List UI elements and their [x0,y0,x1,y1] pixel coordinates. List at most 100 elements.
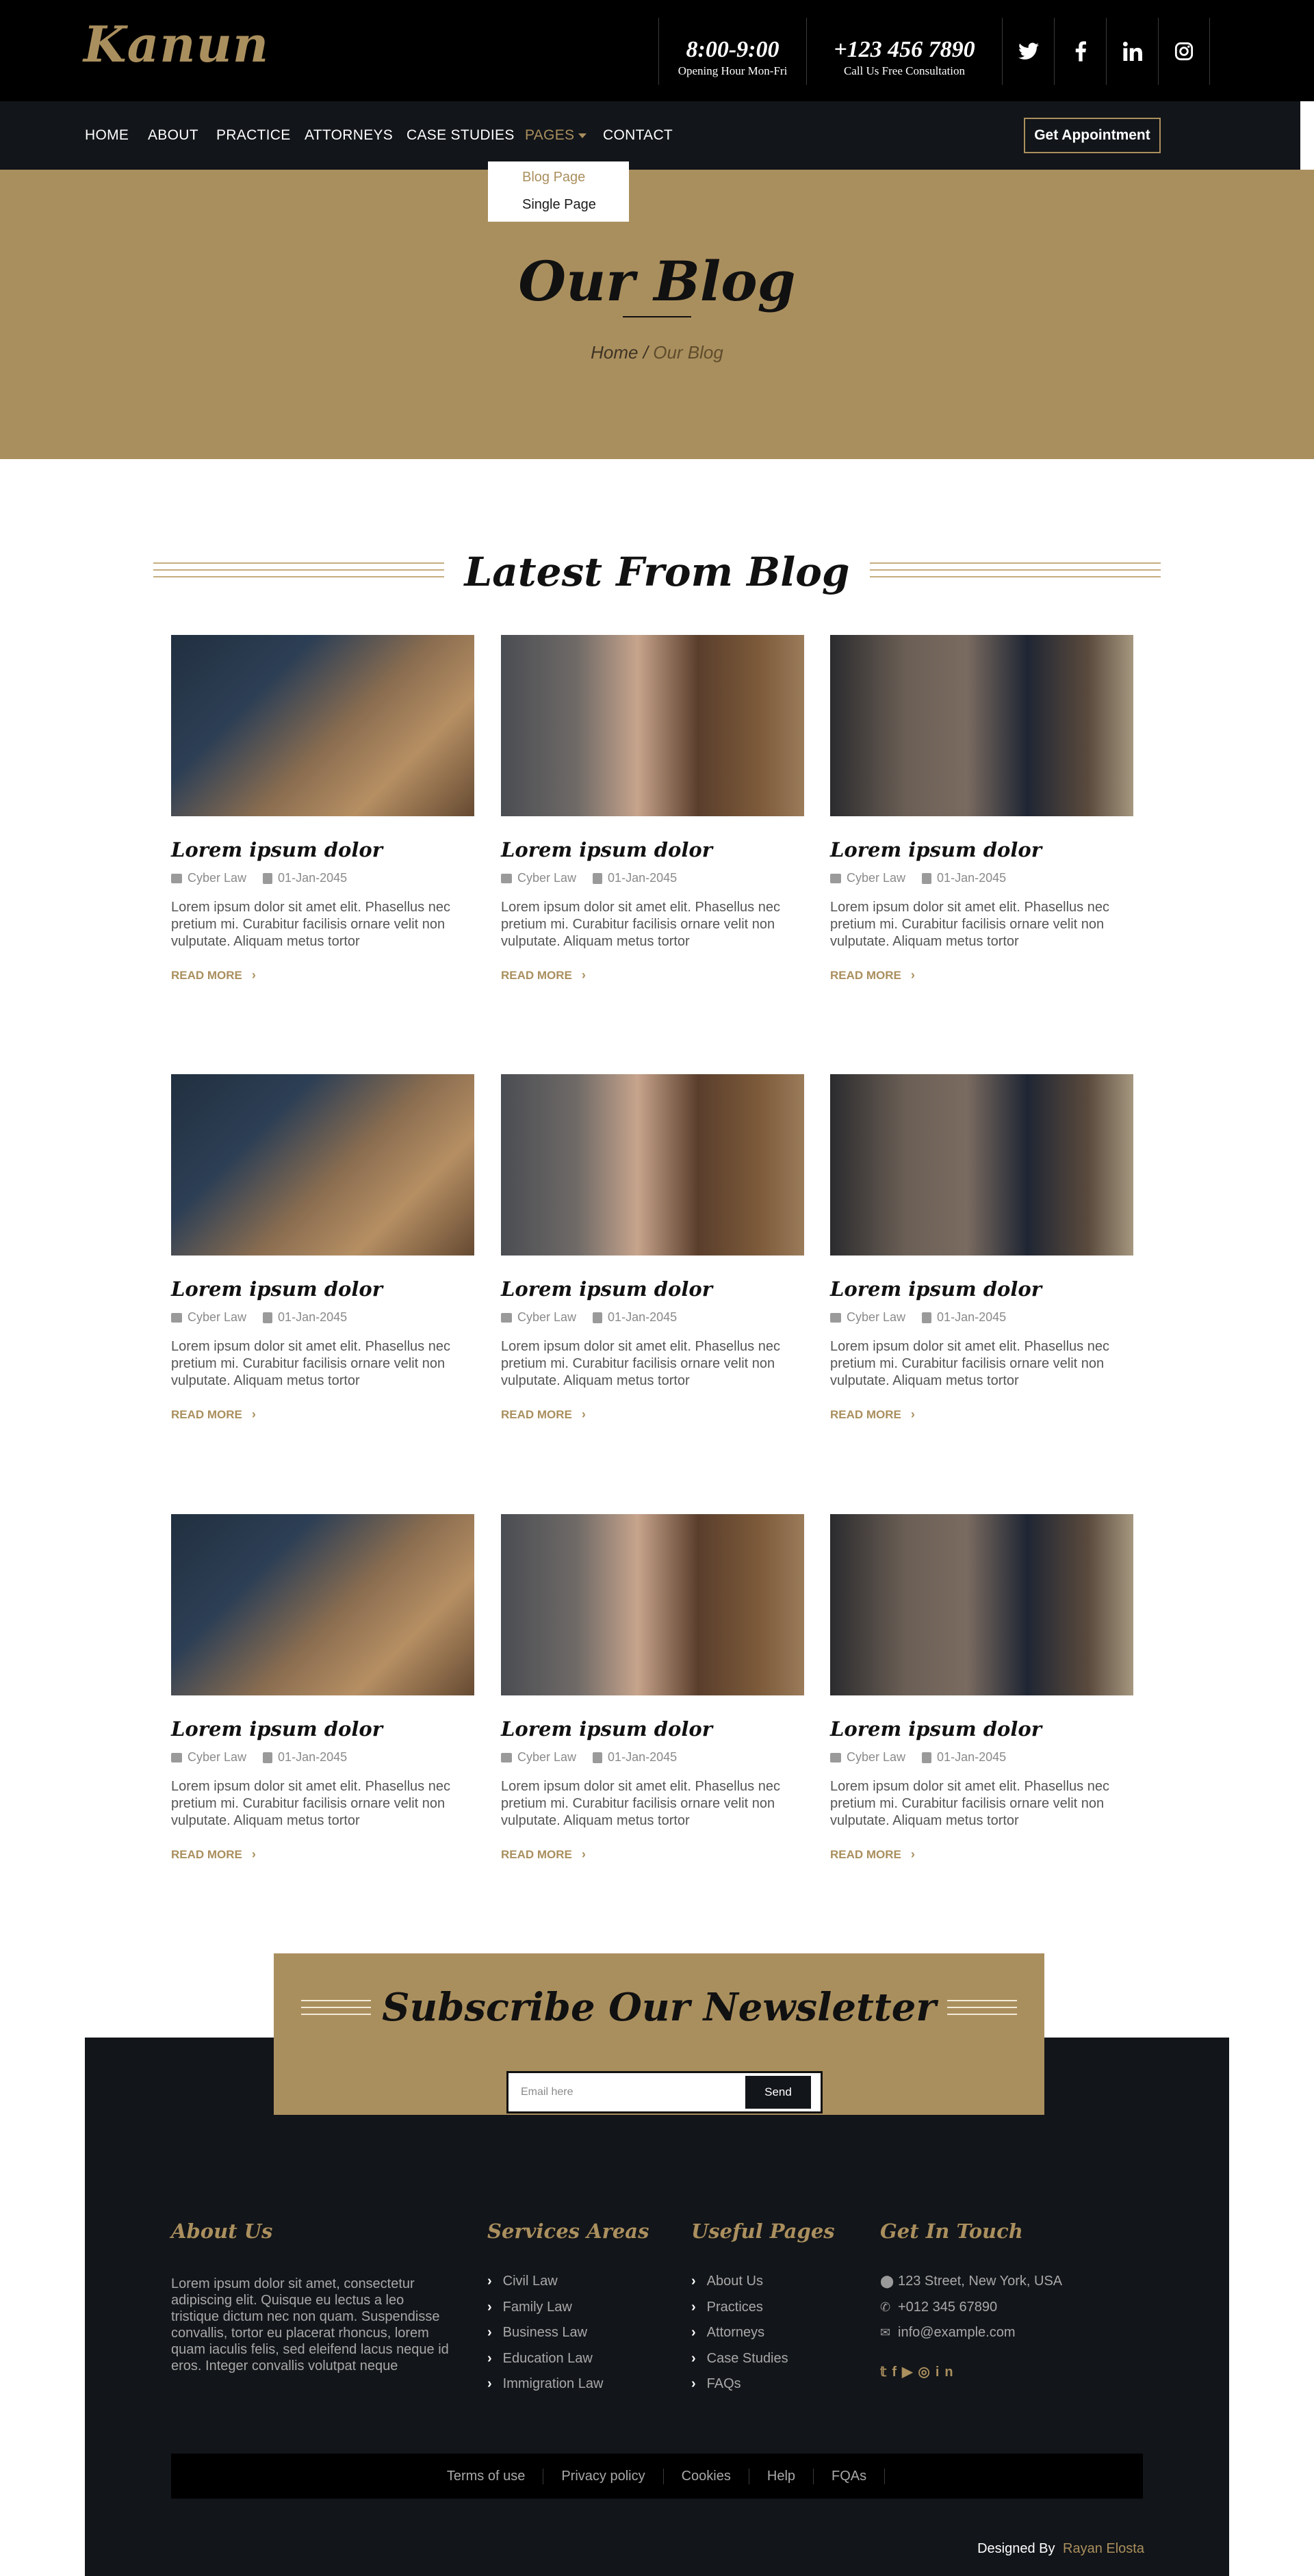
blog-card-meta: Cyber Law 01-Jan-2045 [830,871,1133,885]
instagram-link[interactable] [1158,18,1210,85]
newsletter-send-button[interactable]: Send [745,2076,811,2109]
nav-home[interactable]: HOME [85,127,129,144]
footer-link-help[interactable]: Help [749,2468,814,2484]
dropdown-item-single-page[interactable]: Single Page [522,197,596,213]
folder-icon [171,873,182,883]
linkedin-icon[interactable]: in [936,2365,959,2380]
blog-card-excerpt: Lorem ipsum dolor sit amet elit. Phasell… [830,900,1109,949]
youtube-icon[interactable]: ▶ [902,2365,918,2380]
nav-about[interactable]: ABOUT [148,127,198,144]
read-more-link[interactable]: READ MORE › [830,1847,1133,1862]
nav-practice[interactable]: PRACTICE [216,127,291,144]
blog-card-image[interactable] [501,635,804,816]
calendar-icon [593,872,603,884]
main-navbar: HOME ABOUT PRACTICE ATTORNEYS CASE STUDI… [0,101,1314,170]
blog-card-title[interactable]: Lorem ipsum dolor [830,838,1133,861]
newsletter-email-input[interactable]: Email here [521,2073,573,2111]
read-more-link[interactable]: READ MORE › [501,968,804,983]
section-title: Latest From Blog [443,549,871,595]
blog-card-excerpt: Lorem ipsum dolor sit amet elit. Phasell… [501,900,780,949]
calendar-icon [263,1312,273,1323]
blog-card-title[interactable]: Lorem ipsum dolor [501,1277,804,1301]
blog-card-image[interactable] [501,1514,804,1695]
read-more-link[interactable]: READ MORE › [830,1407,1133,1422]
blog-card-title[interactable]: Lorem ipsum dolor [171,1277,474,1301]
breadcrumb-home[interactable]: Home [591,342,638,363]
footer-link-immigration-law[interactable]: › Immigration Law [487,2373,603,2399]
get-appointment-button[interactable]: Get Appointment [1024,118,1161,153]
folder-icon [171,1312,182,1323]
footer-link-family-law[interactable]: › Family Law [487,2296,603,2322]
credit-name[interactable]: Rayan Elosta [1063,2541,1144,2556]
title-underline [623,316,691,317]
phone-box: +123 456 7890 Call Us Free Consultation [806,18,1002,85]
read-more-link[interactable]: READ MORE › [501,1407,804,1422]
instagram-icon[interactable]: ◎ [918,2365,935,2380]
brand-logo[interactable]: Kanun [83,15,269,73]
footer-link-case-studies[interactable]: › Case Studies [691,2347,788,2373]
blog-card-date: 01-Jan-2045 [608,1310,678,1324]
chevron-right-icon: › [910,1407,915,1421]
chevron-right-icon: › [487,2299,492,2315]
folder-icon [830,1312,841,1323]
footer-link-terms[interactable]: Terms of use [429,2468,544,2484]
footer-link-civil-law[interactable]: › Civil Law [487,2270,603,2296]
nav-case-studies[interactable]: CASE STUDIES [407,127,515,144]
twitter-icon[interactable]: 𝕥 [880,2365,892,2380]
read-more-link[interactable]: READ MORE › [830,968,1133,983]
blog-card-meta: Cyber Law 01-Jan-2045 [830,1310,1133,1325]
calendar-icon [922,1752,932,1763]
blog-card-title[interactable]: Lorem ipsum dolor [171,838,474,861]
read-more-label: READ MORE [830,1848,901,1861]
phone-icon: ✆ [880,2300,891,2314]
footer-link-business-law[interactable]: › Business Law [487,2321,603,2347]
footer-link-education-law[interactable]: › Education Law [487,2347,603,2373]
blog-card-image[interactable] [830,1074,1133,1256]
footer-link-fqas[interactable]: FQAs [814,2468,886,2484]
facebook-link[interactable] [1054,18,1106,85]
folder-icon [830,873,841,883]
blog-card-meta: Cyber Law 01-Jan-2045 [830,1750,1133,1765]
breadcrumb-current: Our Blog [653,342,723,363]
footer-link-cookies[interactable]: Cookies [664,2468,749,2484]
blog-card-image[interactable] [171,1074,474,1256]
footer-link-practices[interactable]: › Practices [691,2296,788,2322]
blog-card-title[interactable]: Lorem ipsum dolor [501,1717,804,1741]
blog-card-title[interactable]: Lorem ipsum dolor [501,838,804,861]
chevron-right-icon: › [691,2299,696,2315]
designer-credit: Designed By Rayan Elosta [977,2541,1144,2557]
read-more-link[interactable]: READ MORE › [171,1847,474,1862]
page-header-banner: Our Blog Home / Our Blog [0,170,1314,459]
blog-card-title[interactable]: Lorem ipsum dolor [830,1277,1133,1301]
chevron-right-icon: › [487,2274,492,2289]
blog-card: Lorem ipsum dolor Cyber Law 01-Jan-2045 Lor… [830,1514,1133,1862]
nav-pages[interactable]: PAGES [525,127,587,144]
blog-card-title[interactable]: Lorem ipsum dolor [830,1717,1133,1741]
twitter-link[interactable] [1002,18,1054,85]
blog-card-title[interactable]: Lorem ipsum dolor [171,1717,474,1741]
linkedin-icon [1122,42,1142,61]
blog-card: Lorem ipsum dolor Cyber Law 01-Jan-2045 Lor… [501,1514,804,1862]
footer-link-attorneys[interactable]: › Attorneys [691,2321,788,2347]
linkedin-link[interactable] [1106,18,1158,85]
read-more-link[interactable]: READ MORE › [171,1407,474,1422]
footer-link-privacy[interactable]: Privacy policy [543,2468,664,2484]
pages-dropdown-menu: Blog Page Single Page [488,161,629,222]
nav-contact[interactable]: CONTACT [603,127,673,144]
facebook-icon[interactable]: f [892,2365,902,2380]
footer-link-faqs[interactable]: › FAQs [691,2373,788,2399]
blog-card: Lorem ipsum dolor Cyber Law 01-Jan-2045 Lor… [830,635,1133,983]
footer-link-about-us[interactable]: › About Us [691,2270,788,2296]
blog-card-image[interactable] [830,1514,1133,1695]
footer-phone[interactable]: ✆ +012 345 67890 [880,2296,1062,2322]
footer-email[interactable]: ✉ info@example.com [880,2321,1062,2347]
blog-card-image[interactable] [171,635,474,816]
blog-card-image[interactable] [171,1514,474,1695]
blog-card-image[interactable] [830,635,1133,816]
nav-attorneys[interactable]: ATTORNEYS [305,127,393,144]
dropdown-item-blog-page[interactable]: Blog Page [522,170,585,185]
read-more-link[interactable]: READ MORE › [501,1847,804,1862]
blog-card-image[interactable] [501,1074,804,1256]
blog-card-category: Cyber Law [517,1750,577,1764]
read-more-link[interactable]: READ MORE › [171,968,474,983]
